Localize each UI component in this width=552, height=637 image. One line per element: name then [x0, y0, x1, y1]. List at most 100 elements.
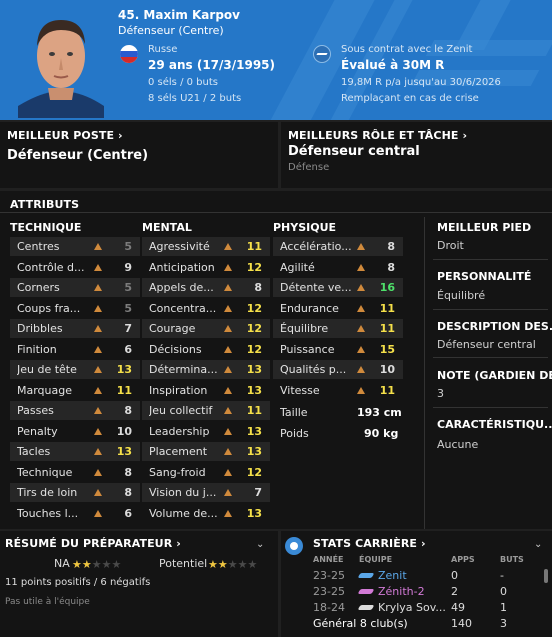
- attribute-row[interactable]: Contrôle d... 9: [10, 258, 140, 277]
- player-name: 45. Maxim Karpov: [118, 8, 240, 22]
- attribute-row[interactable]: Sang-froid 12: [142, 463, 270, 482]
- career-goals: 1: [500, 601, 507, 614]
- personality-title: PERSONNALITÉ: [437, 270, 532, 283]
- player-value: Évalué à 30M R: [341, 58, 445, 72]
- attribute-row[interactable]: Touches l... 6: [10, 504, 140, 523]
- gk-rating-title: NOTE (GARDIEN DE...: [437, 369, 552, 382]
- star-icon: ★: [227, 558, 238, 571]
- attribute-value: 13: [246, 363, 262, 376]
- star-icon: ★: [91, 558, 102, 571]
- attribute-row[interactable]: Agressivité 11: [142, 237, 270, 256]
- trend-arrow-icon: [224, 325, 232, 332]
- attribute-value: 12: [246, 465, 262, 479]
- chevron-down-icon[interactable]: ⌄: [256, 539, 264, 550]
- weight-value: 90 kg: [364, 427, 399, 440]
- attribute-row[interactable]: Agilité 8: [273, 258, 403, 277]
- attribute-row[interactable]: Tacles 13: [10, 442, 140, 461]
- attribute-row[interactable]: Courage 12: [142, 319, 270, 338]
- career-stats-panel[interactable]: STATS CARRIÈRE › ⌄ ANNÉE ÉQUIPE APPS BUT…: [281, 531, 552, 637]
- player-position: Défenseur (Centre): [118, 24, 224, 37]
- attribute-row[interactable]: Penalty 10: [10, 422, 140, 441]
- attribute-row[interactable]: Détermina... 13: [142, 360, 270, 379]
- coach-note: Pas utile à l'équipe: [5, 597, 90, 607]
- attribute-name: Technique: [17, 465, 73, 479]
- attribute-value: 13: [246, 506, 262, 520]
- attribute-row[interactable]: Anticipation 12: [142, 258, 270, 277]
- attribute-value: 12: [246, 322, 262, 335]
- national-caps: 0 séls / 0 buts: [148, 77, 218, 88]
- trend-arrow-icon: [94, 489, 102, 496]
- attribute-row[interactable]: Marquage 11: [10, 381, 140, 400]
- attribute-row[interactable]: Passes 8: [10, 401, 140, 420]
- best-role-title[interactable]: MEILLEURS RÔLE ET TÂCHE ›: [288, 129, 467, 142]
- trend-arrow-icon: [224, 345, 232, 353]
- attribute-name: Concentra...: [149, 301, 217, 315]
- squad-status: Remplaçant en cas de crise: [341, 93, 479, 104]
- attribute-row[interactable]: Inspiration 13: [142, 381, 270, 400]
- career-year: 23-25: [313, 569, 345, 582]
- attribute-name: Inspiration: [149, 383, 208, 397]
- attribute-value: 10: [379, 363, 395, 376]
- scrollbar[interactable]: [544, 569, 548, 583]
- trend-arrow-icon: [94, 468, 102, 476]
- attribute-name: Détente ve...: [280, 281, 352, 294]
- trend-arrow-icon: [94, 304, 102, 312]
- career-year: 18-24: [313, 601, 345, 614]
- attribute-value: 9: [124, 260, 132, 274]
- attribute-row[interactable]: Concentra... 12: [142, 299, 270, 318]
- chevron-down-icon[interactable]: ⌄: [534, 539, 542, 550]
- physical-header: PHYSIQUE: [273, 221, 337, 234]
- attribute-row[interactable]: Jeu de tête 13: [10, 360, 140, 379]
- coach-summary: 11 points positifs / 6 négatifs: [5, 577, 151, 588]
- attribute-row[interactable]: Finition 6: [10, 340, 140, 359]
- attribute-row[interactable]: Leadership 13: [142, 422, 270, 441]
- career-apps: 2: [451, 585, 458, 598]
- attribute-row[interactable]: Qualités p... 10: [273, 360, 403, 379]
- attribute-row[interactable]: Tirs de loin 8: [10, 483, 140, 502]
- attribute-row[interactable]: Vitesse 11: [273, 381, 403, 400]
- attribute-row[interactable]: Technique 8: [10, 463, 140, 482]
- attribute-row[interactable]: Appels de... 8: [142, 278, 270, 297]
- trend-arrow-icon: [357, 325, 365, 332]
- best-position-title[interactable]: MEILLEUR POSTE ›: [7, 129, 123, 142]
- attribute-row[interactable]: Détente ve... 16: [273, 278, 403, 297]
- attribute-row[interactable]: Coups fra... 5: [10, 299, 140, 318]
- trend-arrow-icon: [357, 386, 365, 394]
- attribute-name: Agressivité: [149, 240, 210, 253]
- attribute-row[interactable]: Puissance 15: [273, 340, 403, 359]
- nationality: Russe: [148, 44, 178, 55]
- attribute-name: Anticipation: [149, 260, 215, 274]
- attribute-name: Dribbles: [17, 322, 63, 335]
- star-icon: ★: [72, 558, 82, 571]
- attribute-value: 5: [124, 240, 132, 253]
- best-position-panel[interactable]: MEILLEUR POSTE › Défenseur (Centre): [0, 122, 278, 188]
- attribute-row[interactable]: Placement 13: [142, 442, 270, 461]
- coach-report-panel[interactable]: RÉSUMÉ DU PRÉPARATEUR › ⌄ NA ★★★★★ Poten…: [0, 531, 278, 637]
- best-role-panel[interactable]: MEILLEURS RÔLE ET TÂCHE › Défenseur cent…: [281, 122, 552, 188]
- attribute-name: Équilibre: [280, 322, 329, 335]
- attribute-value: 5: [124, 281, 132, 294]
- trend-arrow-icon: [224, 243, 232, 250]
- attribute-row[interactable]: Corners 5: [10, 278, 140, 297]
- attribute-name: Coups fra...: [17, 301, 81, 315]
- club-badge-icon: [313, 45, 331, 63]
- attribute-row[interactable]: Équilibre 11: [273, 319, 403, 338]
- attribute-row[interactable]: Centres 5: [10, 237, 140, 256]
- attribute-row[interactable]: Dribbles 7: [10, 319, 140, 338]
- attribute-name: Qualités p...: [280, 363, 347, 376]
- best-role-duty: Défense: [288, 162, 330, 173]
- attribute-value: 13: [246, 445, 262, 458]
- attribute-name: Leadership: [149, 424, 210, 438]
- attribute-value: 6: [124, 506, 132, 520]
- attribute-row[interactable]: Endurance 11: [273, 299, 403, 318]
- height-value: 193 cm: [357, 406, 402, 419]
- attribute-row[interactable]: Vision du j... 7: [142, 483, 270, 502]
- attribute-row[interactable]: Accélératio... 8: [273, 237, 403, 256]
- attribute-value: 7: [124, 322, 132, 335]
- coach-report-title[interactable]: RÉSUMÉ DU PRÉPARATEUR ›: [5, 537, 181, 550]
- career-stats-title[interactable]: STATS CARRIÈRE ›: [313, 537, 426, 550]
- trend-arrow-icon: [94, 509, 102, 517]
- attribute-row[interactable]: Décisions 12: [142, 340, 270, 359]
- attribute-row[interactable]: Volume de... 13: [142, 504, 270, 523]
- attribute-row[interactable]: Jeu collectif 11: [142, 401, 270, 420]
